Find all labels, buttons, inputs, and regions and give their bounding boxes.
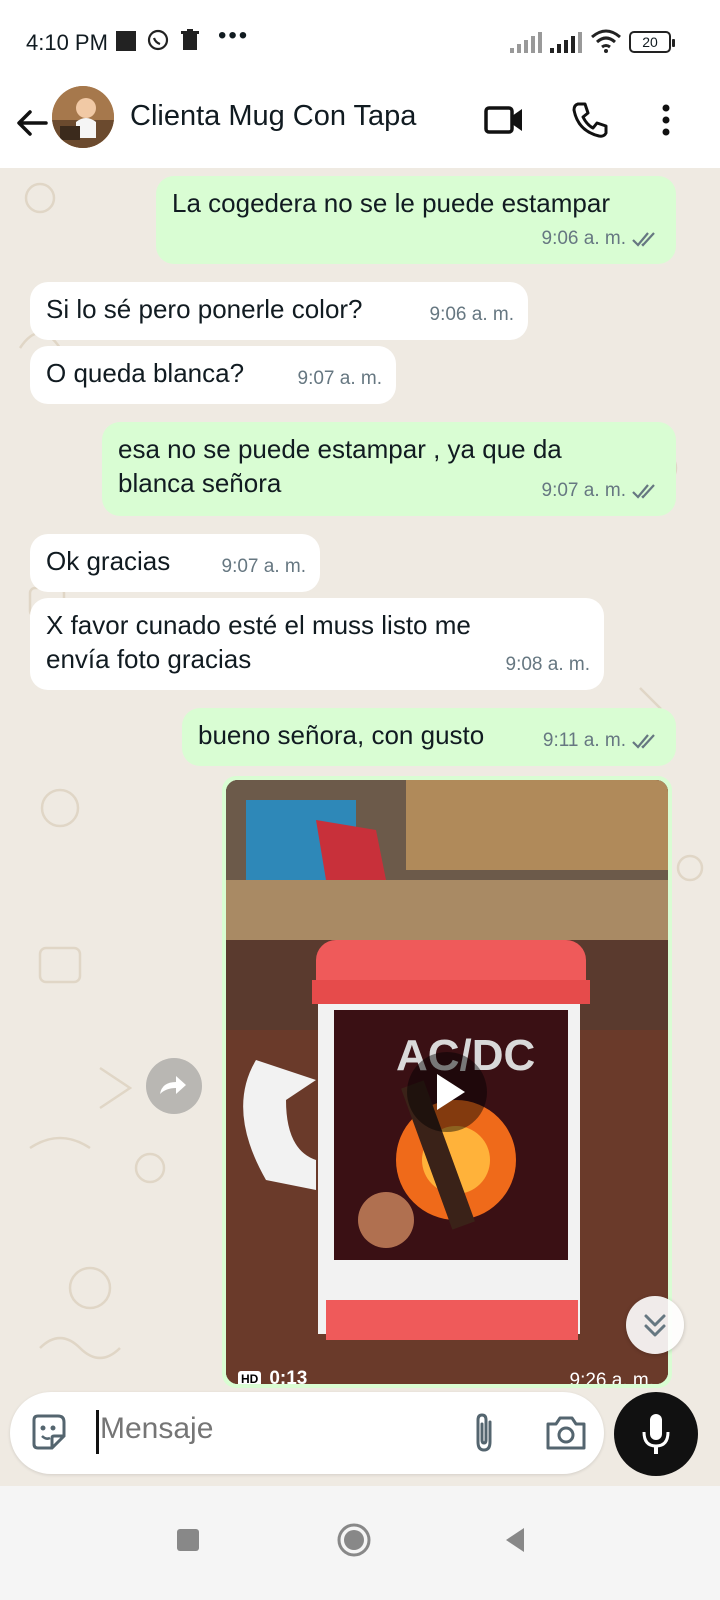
double-check-icon	[632, 484, 655, 499]
forward-icon	[160, 1076, 186, 1094]
whatsapp-notification-icon	[147, 29, 169, 51]
message-meta: 9:07 a. m.	[298, 362, 383, 396]
double-check-icon	[632, 232, 655, 247]
message-time: 9:08 a. m.	[505, 654, 591, 675]
message-time: 9:06 a. m.	[541, 228, 627, 249]
trash-notification-icon	[181, 29, 199, 50]
message-bubble-incoming[interactable]: Si lo sé pero ponerle color? 9:06 a. m.	[30, 282, 528, 340]
text-cursor	[96, 1410, 99, 1454]
message-text: X favor cunado esté el muss listo me env…	[46, 610, 471, 674]
message-input[interactable]	[100, 1412, 440, 1446]
message-time: 9:07 a. m.	[297, 368, 383, 389]
wifi-icon	[591, 29, 621, 53]
message-meta: 9:06 a. m.	[542, 222, 663, 256]
message-text: O queda blanca?	[46, 358, 245, 388]
message-text: esa no se puede estampar , ya que da bla…	[118, 434, 562, 498]
camera-icon[interactable]	[544, 1412, 588, 1452]
contact-name[interactable]: Clienta Mug Con Tapa	[130, 100, 416, 133]
message-bubble-outgoing[interactable]: esa no se puede estampar , ya que da bla…	[102, 422, 676, 516]
scroll-to-bottom-button[interactable]	[626, 1296, 684, 1354]
battery-icon: 20	[629, 31, 675, 53]
message-meta: 9:08 a. m.	[506, 648, 591, 682]
message-bubble-incoming[interactable]: O queda blanca? 9:07 a. m.	[30, 346, 396, 404]
chat-area[interactable]: La cogedera no se le puede estampar 9:06…	[0, 168, 720, 1486]
message-meta: 9:06 a. m.	[430, 298, 515, 332]
message-time: 9:06 a. m.	[429, 304, 515, 325]
hd-badge: HD	[238, 1371, 262, 1384]
message-time: 9:07 a. m.	[221, 556, 307, 577]
message-meta: 9:11 a. m.	[543, 724, 662, 758]
video-call-icon[interactable]	[482, 98, 526, 142]
message-time: 9:07 a. m.	[541, 480, 627, 501]
message-composer	[10, 1392, 604, 1474]
voice-message-button[interactable]	[614, 1392, 698, 1476]
chat-header: Clienta Mug Con Tapa	[0, 84, 720, 168]
back-nav-icon[interactable]	[496, 1520, 536, 1560]
video-duration: 0:13	[269, 1368, 308, 1384]
video-time: 9:26 a. m.	[569, 1370, 655, 1384]
message-bubble-incoming[interactable]: X favor cunado esté el muss listo me env…	[30, 598, 604, 690]
video-info: HD 0:13	[238, 1368, 307, 1384]
message-meta: 9:07 a. m.	[542, 474, 663, 508]
message-time: 9:11 a. m.	[542, 730, 626, 751]
double-chevron-down-icon	[644, 1314, 666, 1337]
recent-apps-icon[interactable]	[168, 1520, 208, 1560]
signal-icon-2	[550, 32, 582, 53]
status-bar: 4:10 PM ••• 20	[0, 0, 720, 84]
mic-icon	[642, 1414, 670, 1454]
message-text: Si lo sé pero ponerle color?	[46, 294, 363, 324]
phone-icon[interactable]	[568, 98, 612, 142]
message-bubble-outgoing[interactable]: La cogedera no se le puede estampar 9:06…	[156, 176, 676, 264]
more-icon[interactable]	[644, 98, 688, 142]
message-bubble-incoming[interactable]: Ok gracias 9:07 a. m.	[30, 534, 320, 592]
attach-icon[interactable]	[464, 1410, 504, 1456]
video-message[interactable]: AC/DC HD 0:13 9:26 a. m.	[222, 776, 672, 1388]
message-text: bueno señora, con gusto	[198, 720, 485, 750]
system-navigation-bar	[0, 1486, 720, 1600]
video-thumbnail[interactable]: AC/DC HD 0:13 9:26 a. m.	[226, 780, 668, 1384]
notification-icon	[116, 31, 136, 51]
message-text: Ok gracias	[46, 546, 171, 576]
message-meta: 9:07 a. m.	[222, 550, 307, 584]
signal-icon-1	[510, 32, 542, 53]
sticker-icon[interactable]	[28, 1412, 68, 1452]
forward-button[interactable]	[146, 1058, 202, 1114]
more-notifications-icon: •••	[218, 22, 250, 49]
message-text: La cogedera no se le puede estampar	[172, 188, 610, 218]
status-time: 4:10 PM	[26, 30, 108, 55]
home-icon[interactable]	[334, 1520, 374, 1560]
message-bubble-outgoing[interactable]: bueno señora, con gusto 9:11 a. m.	[182, 708, 676, 766]
play-icon	[437, 1074, 465, 1110]
back-icon[interactable]	[10, 100, 56, 146]
double-check-icon	[632, 734, 655, 749]
battery-level: 20	[642, 34, 658, 50]
avatar[interactable]	[52, 86, 114, 148]
play-button[interactable]	[407, 1052, 487, 1132]
